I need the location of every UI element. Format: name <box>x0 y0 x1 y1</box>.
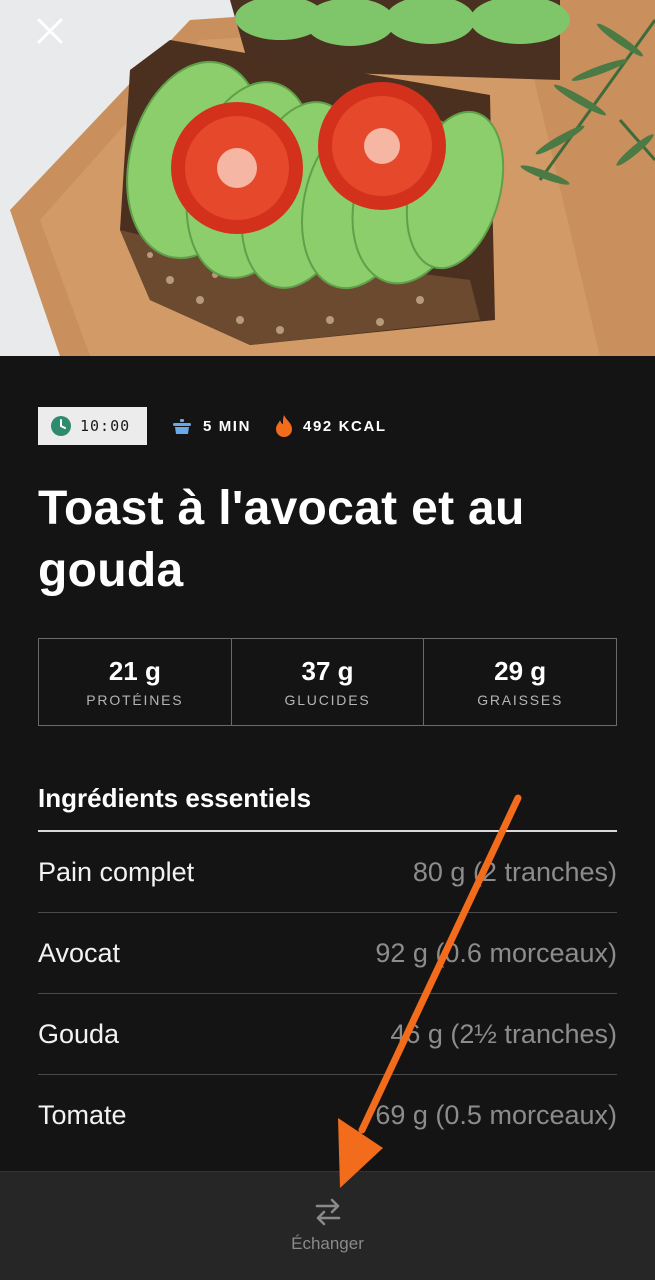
close-icon <box>37 18 63 44</box>
macro-protein: 21 g PROTÉINES <box>39 639 231 725</box>
macros-table: 21 g PROTÉINES 37 g GLUCIDES 29 g GRAISS… <box>38 638 617 726</box>
prep-duration-text: 5 MIN <box>203 417 252 435</box>
swap-button[interactable]: Échanger <box>0 1171 655 1280</box>
macro-fat: 29 g GRAISSES <box>423 639 616 725</box>
ingredient-quantity: 80 g (2 tranches) <box>412 856 617 887</box>
recipe-hero-image <box>0 0 655 356</box>
ingredient-quantity: 92 g (0.6 morceaux) <box>375 937 617 968</box>
clock-icon <box>51 416 71 436</box>
meal-time: 10:00 <box>80 417 131 435</box>
ingredient-row[interactable]: Tomate 69 g (0.5 morceaux) <box>38 1075 617 1156</box>
calories-text: 492 KCAL <box>303 417 387 435</box>
ingredient-name: Tomate <box>38 1100 127 1130</box>
flame-icon <box>276 415 293 437</box>
calories: 492 KCAL <box>275 414 387 438</box>
swap-icon <box>315 1198 340 1226</box>
recipe-details: 10:00 5 MIN 492 KCAL Toast à l'avocat et… <box>0 356 655 1171</box>
ingredient-row[interactable]: Avocat 92 g (0.6 morceaux) <box>38 913 617 994</box>
macro-value: 37 g <box>301 656 354 686</box>
close-button[interactable] <box>30 12 70 52</box>
prep-duration: 5 MIN <box>171 416 251 436</box>
macro-value: 29 g <box>494 656 547 686</box>
ingredient-row[interactable]: Pain complet 80 g (2 tranches) <box>38 832 617 913</box>
ingredient-name: Gouda <box>38 1018 120 1049</box>
meal-time-chip[interactable]: 10:00 <box>38 407 147 445</box>
ingredients-heading: Ingrédients essentiels <box>38 783 312 813</box>
macro-carbs: 37 g GLUCIDES <box>230 639 424 725</box>
ingredient-name: Avocat <box>38 937 121 968</box>
swap-label: Échanger <box>291 1234 364 1253</box>
recipe-title: Toast à l'avocat et au gouda <box>38 482 525 597</box>
ingredient-row[interactable]: Gouda 46 g (2½ tranches) <box>38 994 617 1075</box>
macro-value: 21 g <box>108 656 161 686</box>
macro-label: GLUCIDES <box>284 692 371 708</box>
ingredients-list: Pain complet 80 g (2 tranches) Avocat 92… <box>38 830 617 1156</box>
recipe-meta-row: 10:00 5 MIN 492 KCAL <box>38 407 387 445</box>
cooking-pot-icon <box>173 419 191 434</box>
ingredient-name: Pain complet <box>38 856 195 887</box>
ingredient-quantity: 69 g (0.5 morceaux) <box>375 1100 617 1130</box>
ingredient-quantity: 46 g (2½ tranches) <box>390 1018 617 1049</box>
macro-label: GRAISSES <box>477 692 564 708</box>
macro-label: PROTÉINES <box>86 692 184 708</box>
